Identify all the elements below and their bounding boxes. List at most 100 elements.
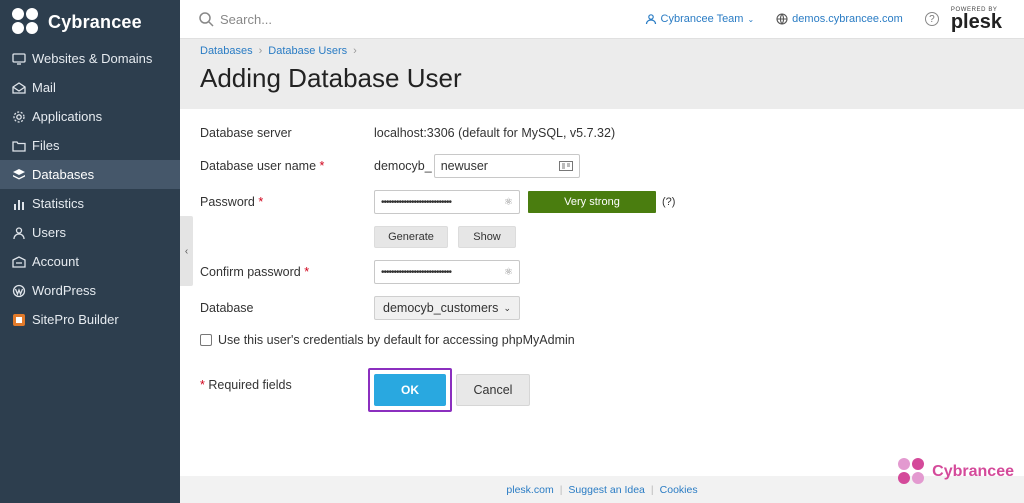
search-placeholder: Search...: [220, 11, 273, 27]
database-server-label: Database server: [200, 126, 292, 140]
database-select[interactable]: democyb_customers ⌄: [374, 296, 520, 320]
sidebar-item-label: Users: [32, 225, 66, 240]
domain-link[interactable]: demos.cybrancee.com: [776, 13, 903, 25]
sidebar: Cybrancee Websites & Domains Mail Applic…: [0, 0, 180, 503]
user-icon: [645, 14, 656, 25]
breadcrumb-separator: ›: [258, 45, 263, 57]
sidebar-item-label: Websites & Domains: [32, 51, 153, 66]
username-value: newuser: [440, 159, 488, 173]
sidebar-item-websites-domains[interactable]: Websites & Domains: [0, 44, 180, 73]
username-prefix: democyb_: [374, 159, 432, 173]
plesk-wordmark: plesk: [950, 11, 1002, 33]
breadcrumb: Databases › Database Users ›: [200, 45, 1024, 57]
sidebar-item-applications[interactable]: Applications: [0, 102, 180, 131]
confirm-password-field[interactable]: •••••••••••••••••••••••••••• ⚛: [374, 260, 520, 284]
required-fields-note: * Required fields: [200, 378, 292, 392]
row-phpmyadmin-default: Use this user's credentials by default f…: [200, 328, 575, 352]
wordpress-icon: [12, 284, 26, 298]
search-icon: [199, 12, 214, 27]
ok-button-highlight: OK: [368, 368, 452, 412]
sidebar-item-mail[interactable]: Mail: [0, 73, 180, 102]
database-select-value: democyb_customers: [383, 301, 499, 315]
username-label: Database user name *: [200, 159, 325, 173]
brand-name: Cybrancee: [48, 11, 142, 32]
chevron-down-icon: ⌄: [503, 302, 511, 313]
sidebar-nav: Websites & Domains Mail Applications Fil…: [0, 44, 180, 334]
folder-icon: [12, 139, 26, 153]
search-input[interactable]: Search...: [198, 11, 272, 27]
sidebar-item-label: Files: [32, 138, 60, 153]
row-password-actions: Generate Show: [374, 225, 516, 249]
team-name: Cybrancee Team: [660, 13, 744, 25]
watermark: Cybrancee: [898, 458, 1014, 486]
sidebar-item-files[interactable]: Files: [0, 131, 180, 160]
generate-button[interactable]: Generate: [374, 226, 448, 248]
help-icon[interactable]: ?: [924, 12, 939, 26]
sidebar-item-account[interactable]: Account: [0, 247, 180, 276]
monitor-icon: [12, 52, 26, 66]
show-button[interactable]: Show: [458, 226, 516, 248]
user-icon: [12, 226, 26, 240]
row-database-server: Database server localhost:3306 (default …: [200, 121, 615, 145]
confirm-password-value: ••••••••••••••••••••••••••••: [381, 266, 452, 278]
breadcrumb-item-databases[interactable]: Databases: [200, 45, 253, 57]
gear-icon: [12, 110, 26, 124]
chevron-down-icon: ⌄: [747, 14, 755, 24]
sidebar-item-statistics[interactable]: Statistics: [0, 189, 180, 218]
username-field[interactable]: newuser: [433, 154, 580, 178]
ok-button[interactable]: OK: [374, 374, 446, 406]
row-database: Database democyb_customers ⌄: [200, 296, 520, 320]
brand-logo-icon: [12, 8, 40, 36]
password-value: ••••••••••••••••••••••••••••: [381, 196, 452, 208]
sidebar-item-label: SitePro Builder: [32, 312, 119, 327]
database-server-value: localhost:3306 (default for MySQL, v5.7.…: [374, 126, 616, 140]
password-label: Password *: [200, 195, 264, 209]
password-field[interactable]: •••••••••••••••••••••••••••• ⚛: [374, 190, 520, 214]
sidebar-item-label: Statistics: [32, 196, 85, 211]
sitepro-icon: [12, 313, 26, 327]
globe-icon: [776, 13, 788, 25]
phpmyadmin-default-label[interactable]: Use this user's credentials by default f…: [218, 333, 575, 347]
row-password: Password * •••••••••••••••••••••••••••• …: [200, 190, 675, 214]
sidebar-item-wordpress[interactable]: WordPress: [0, 276, 180, 305]
footer-link-plesk[interactable]: plesk.com: [506, 484, 553, 496]
breadcrumb-item-database-users[interactable]: Database Users: [268, 45, 347, 57]
password-strength-badge: Very strong: [528, 191, 656, 213]
team-menu[interactable]: Cybrancee Team ⌄: [645, 13, 755, 25]
sidebar-item-sitepro-builder[interactable]: SitePro Builder: [0, 305, 180, 334]
strength-help-link[interactable]: (?): [662, 196, 675, 208]
phpmyadmin-default-checkbox[interactable]: [200, 334, 212, 346]
database-icon: [12, 168, 26, 182]
mail-icon: [12, 81, 26, 95]
database-label: Database: [200, 301, 254, 315]
cancel-button[interactable]: Cancel: [456, 374, 530, 406]
sidebar-item-users[interactable]: Users: [0, 218, 180, 247]
confirm-password-label: Confirm password *: [200, 265, 310, 279]
sidebar-item-label: Applications: [32, 109, 103, 124]
id-card-icon: [558, 161, 573, 171]
footer-link-suggest-idea[interactable]: Suggest an Idea: [568, 484, 644, 496]
domain-name: demos.cybrancee.com: [792, 13, 903, 25]
row-username: Database user name * democyb_ newuser: [200, 154, 580, 178]
key-icon: ⚛: [504, 196, 513, 208]
watermark-name: Cybrancee: [932, 463, 1014, 480]
sidebar-item-label: Mail: [32, 80, 56, 95]
breadcrumb-separator: ›: [353, 45, 357, 57]
top-bar: Search... Cybrancee Team ⌄ demos.cybranc…: [180, 0, 1024, 39]
watermark-logo-icon: [898, 458, 926, 486]
page-header: Databases › Database Users › Adding Data…: [180, 39, 1024, 109]
bar-chart-icon: [12, 197, 26, 211]
brand[interactable]: Cybrancee: [0, 0, 180, 44]
chevron-left-icon: ‹: [184, 245, 189, 257]
footer-link-cookies[interactable]: Cookies: [660, 484, 698, 496]
sidebar-collapse-handle[interactable]: ‹: [180, 216, 193, 286]
page-title: Adding Database User: [200, 63, 462, 93]
sidebar-item-label: WordPress: [32, 283, 97, 298]
key-icon: ⚛: [504, 266, 513, 278]
plesk-logo: POWERED BY plesk: [950, 7, 1002, 33]
account-icon: [12, 255, 26, 269]
sidebar-item-label: Account: [32, 254, 79, 269]
sidebar-item-label: Databases: [32, 167, 95, 182]
row-confirm-password: Confirm password * •••••••••••••••••••••…: [200, 260, 520, 284]
sidebar-item-databases[interactable]: Databases: [0, 160, 180, 189]
